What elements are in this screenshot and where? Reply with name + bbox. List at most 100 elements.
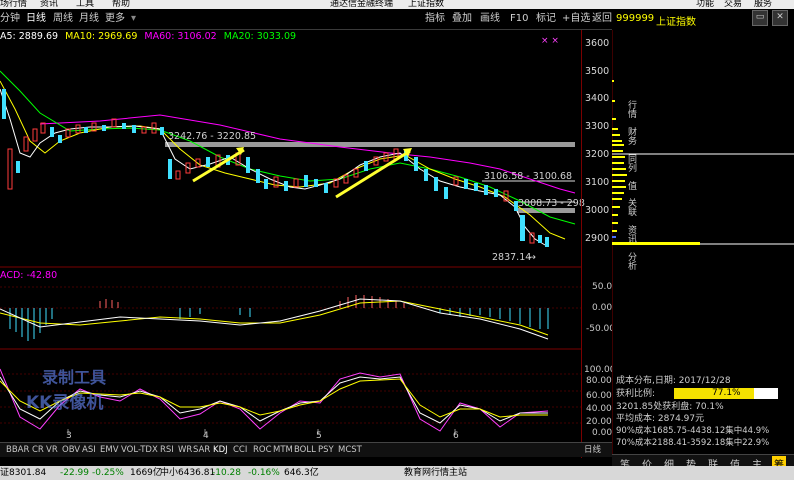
candle <box>16 161 20 173</box>
add-favorite-button[interactable]: +自选 <box>562 13 590 25</box>
kdj-axis-label: 0.00 <box>592 428 613 438</box>
indicator-tabs: BBAR CR VR OBV ASI EMV VOL-TDX RSI WR SA… <box>0 442 612 457</box>
indicator-button[interactable]: 指标 <box>425 13 445 25</box>
side-tab[interactable]: 资讯 <box>625 225 638 243</box>
menu-function[interactable]: 功能 <box>696 0 714 9</box>
kdj-axis-label: 60.00 <box>586 391 612 401</box>
kdj-axis-label: 40.00 <box>586 404 612 414</box>
macd-axis-label: -50.00 <box>586 324 616 334</box>
candle <box>284 181 288 191</box>
tab-vr[interactable]: VR <box>46 444 58 456</box>
menu-market[interactable]: 场行情 <box>0 0 27 9</box>
stock-name: 上证指数 <box>656 17 696 28</box>
tab-weekly[interactable]: 周线 <box>53 13 73 25</box>
tab-mcst[interactable]: MCST <box>338 444 362 456</box>
candle <box>293 178 299 188</box>
candle <box>50 127 54 137</box>
menu-trade[interactable]: 交易 <box>724 0 742 9</box>
tab-psy[interactable]: PSY <box>318 444 334 456</box>
mark-button[interactable]: 标记 <box>536 13 556 25</box>
tab-boll[interactable]: BOLL <box>294 444 316 456</box>
candle <box>520 215 525 241</box>
macd-axis-label: 0.00 <box>592 303 613 313</box>
watermark-line2: KK录像机 <box>26 393 104 413</box>
ma20-line <box>0 70 576 225</box>
candle <box>256 169 260 183</box>
draw-line-button[interactable]: 画线 <box>480 13 500 25</box>
menu-help[interactable]: 帮助 <box>112 0 130 9</box>
candle <box>2 89 6 119</box>
kdj-axis-label: 100.00 <box>584 365 616 375</box>
macd-dif-line <box>0 298 549 340</box>
x-tick: 3 <box>66 431 72 441</box>
level-label-3008: 3008.73 - 298 <box>518 198 585 209</box>
tab-roc[interactable]: ROC <box>253 444 272 456</box>
level-label-3106: 3106.58 - 3100.68 <box>484 171 573 182</box>
app-title: 通达信金融终端 <box>330 0 394 9</box>
tab-vol-tdx[interactable]: VOL-TDX <box>121 444 158 456</box>
side-tab[interactable]: 关联 <box>625 198 638 216</box>
axis-label: 3100 <box>585 177 610 188</box>
status-sz-index: 证8301.84 <box>0 468 47 478</box>
candle <box>206 157 210 167</box>
macd-label: ACD: -42.80 <box>0 270 58 281</box>
candle <box>168 159 172 179</box>
overlay-button[interactable]: 叠加 <box>452 13 472 25</box>
macd-dea-line <box>0 300 549 336</box>
menu-news[interactable]: 资讯 <box>40 0 58 9</box>
f10-button[interactable]: F10 <box>510 13 528 25</box>
candle <box>102 125 106 131</box>
tab-rsi[interactable]: RSI <box>160 444 174 456</box>
tab-cr[interactable]: CR <box>32 444 44 456</box>
x-tick: 5 <box>316 431 322 441</box>
candle <box>141 126 147 134</box>
tab-emv[interactable]: EMV <box>100 444 119 456</box>
status-sz-pct: -0.25% <box>92 468 124 478</box>
tab-asi[interactable]: ASI <box>82 444 96 456</box>
status-bar: 证8301.84 -22.99 -0.25% 1669亿 中小6436.81 -… <box>0 466 794 480</box>
tab-mtm[interactable]: MTM <box>273 444 293 456</box>
tab-more[interactable]: 更多 <box>105 13 125 25</box>
candle <box>40 122 46 134</box>
menu-service[interactable]: 服务 <box>754 0 772 9</box>
dropdown-icon[interactable]: ▾ <box>131 13 136 25</box>
ma10-line <box>0 80 566 240</box>
restore-icon[interactable]: ▭ <box>752 10 768 26</box>
side-tab[interactable]: 值 <box>625 181 638 190</box>
candle <box>84 127 88 133</box>
resistance-band-1 <box>165 142 575 147</box>
tab-wr[interactable]: WR <box>178 444 192 456</box>
close-icon[interactable]: ✕ <box>772 10 788 26</box>
back-button[interactable]: 返回 <box>592 13 612 25</box>
ma5-line <box>0 88 546 246</box>
tab-minute[interactable]: 分钟 <box>0 13 20 25</box>
tab-cci[interactable]: CCI <box>233 444 247 456</box>
axis-label: 3600 <box>585 38 610 49</box>
candle <box>32 128 38 142</box>
candle <box>414 157 418 171</box>
candle <box>444 187 448 199</box>
side-tab[interactable]: 财务 <box>625 127 638 145</box>
tab-sar[interactable]: SAR <box>193 444 210 456</box>
menu-tools[interactable]: 工具 <box>76 0 94 9</box>
tab-obv[interactable]: OBV <box>62 444 80 456</box>
x-tick: 6 <box>453 431 459 441</box>
candles <box>2 89 549 247</box>
status-sme-pct: -0.16% <box>248 468 280 478</box>
candle <box>160 127 164 135</box>
cost-title: 成本分布,日期: 2017/12/28 <box>616 376 731 386</box>
status-sz-volume: 1669亿 <box>130 468 162 478</box>
period-label[interactable]: 日线 <box>584 444 601 456</box>
cost-line3: 3201.85处获利盘: 70.1% <box>616 402 724 412</box>
side-tab[interactable]: 分析 <box>625 252 638 270</box>
kdj-axis-label: 20.00 <box>586 417 612 427</box>
tab-kdj[interactable]: KDJ <box>213 444 228 456</box>
tab-daily[interactable]: 日线 <box>26 13 46 25</box>
side-tab[interactable]: 行情 <box>625 100 638 118</box>
tab-bbar[interactable]: BBAR <box>6 444 29 456</box>
axis-label: 3200 <box>585 149 610 160</box>
tab-monthly[interactable]: 月线 <box>79 13 99 25</box>
axis-label: 3400 <box>585 93 610 104</box>
menu-bar: 场行情 资讯 工具 帮助 通达信金融终端 上证指数 功能 交易 服务 <box>0 0 794 9</box>
side-tab[interactable]: 同列 <box>625 154 638 172</box>
